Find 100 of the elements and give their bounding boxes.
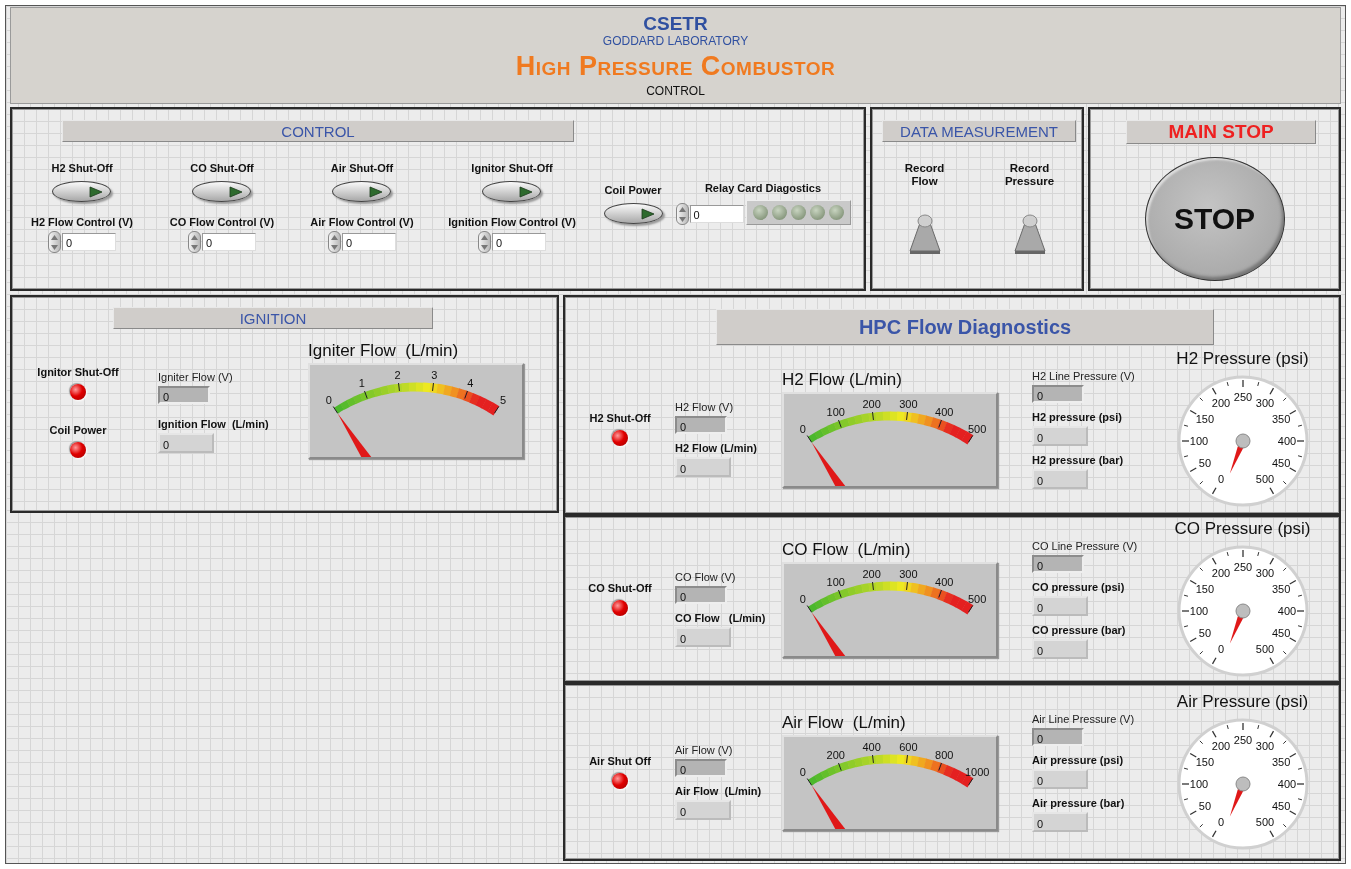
increment-arrows[interactable] <box>328 231 341 253</box>
switch-label: Coil Power <box>604 184 662 196</box>
increment-arrows[interactable] <box>188 231 201 253</box>
arrow-icon <box>89 185 104 198</box>
tick-label: 100 <box>1189 435 1208 447</box>
field-label: H2 Flow Control (V) <box>30 216 133 228</box>
header-caption: CONTROL <box>646 84 705 98</box>
value-display: 0 <box>1032 638 1088 659</box>
panel-title: CONTROL <box>62 120 574 142</box>
panel-title: DATA MEASUREMENT <box>882 120 1076 142</box>
dial-title: H2 Pressure (psi) <box>1176 349 1309 369</box>
field-label: Air Flow Control (V) <box>310 216 414 228</box>
toggle-lever[interactable] <box>906 214 943 256</box>
tick-label: 250 <box>1233 561 1252 573</box>
field-label: H2 Flow (L/min) <box>675 442 757 454</box>
field-label: H2 Line Pressure (V) <box>1032 369 1135 382</box>
tick-label: 50 <box>1198 627 1211 639</box>
tick-label: 1 <box>358 377 365 390</box>
field-label: CO Flow Control (V) <box>169 216 275 228</box>
tick-label: 300 <box>899 568 918 581</box>
tick-label: 200 <box>1211 396 1230 409</box>
numeric-input[interactable]: 0 <box>492 233 546 251</box>
value-display: 0 <box>1032 384 1084 403</box>
switch-label: Record Flow <box>903 162 946 188</box>
toggle-switch[interactable] <box>482 181 542 202</box>
tick-label: 100 <box>1189 778 1208 790</box>
tick-label: 1000 <box>964 765 990 778</box>
switch-label: H2 Shut-Off <box>51 162 113 174</box>
tick-label: 0 <box>1217 473 1224 486</box>
value-display: 0 <box>1032 468 1088 489</box>
tick-label: 0 <box>1217 816 1224 829</box>
led-label: H2 Shut-Off <box>589 412 651 424</box>
field-label: CO Flow (V) <box>675 571 736 583</box>
tick-label: 450 <box>1271 457 1290 469</box>
arrow-icon <box>369 185 384 198</box>
field-label: CO pressure (bar) <box>1032 623 1126 636</box>
panel-title: MAIN STOP <box>1126 120 1316 144</box>
tick-label: 200 <box>862 568 881 581</box>
value-display: 0 <box>158 433 214 453</box>
dial-needle <box>1229 776 1250 817</box>
tick-label: 350 <box>1271 756 1290 768</box>
field-label: Air pressure (bar) <box>1032 796 1125 809</box>
field-label: Igniter Flow (V) <box>158 371 233 383</box>
tick-label: 200 <box>862 398 881 411</box>
numeric-input[interactable]: 0 <box>689 205 744 223</box>
value-display: 0 <box>1032 768 1088 789</box>
panel-title: HPC Flow Diagnostics <box>716 309 1214 345</box>
tick-label: 100 <box>1189 605 1208 617</box>
switch-label: Ignitor Shut-Off <box>471 162 553 174</box>
field-label: CO Line Pressure (V) <box>1032 539 1138 552</box>
value-display: 0 <box>1032 554 1084 573</box>
gauge-title: H2 Flow (L/min) <box>782 370 902 390</box>
toggle-switch[interactable] <box>603 203 663 224</box>
value-display: 0 <box>675 627 731 647</box>
dial-title: CO Pressure (psi) <box>1174 519 1311 539</box>
dial-needle <box>1229 433 1250 474</box>
tick-label: 400 <box>935 406 954 419</box>
tick-label: 500 <box>1255 643 1274 656</box>
numeric-input[interactable]: 0 <box>62 233 116 251</box>
tick-label: 500 <box>1255 816 1274 829</box>
toggle-switch[interactable] <box>332 181 392 202</box>
tick-label: 150 <box>1195 756 1214 768</box>
tick-label: 400 <box>1277 435 1296 447</box>
tick-label: 350 <box>1271 413 1290 425</box>
tick-label: 800 <box>935 749 954 762</box>
switch-label: Record Pressure <box>1003 162 1056 188</box>
tick-label: 100 <box>826 406 845 419</box>
numeric-input[interactable]: 0 <box>202 233 256 251</box>
tick-label: 0 <box>799 422 806 435</box>
tick-label: 100 <box>826 576 845 589</box>
value-display: 0 <box>1032 811 1088 832</box>
switch-label: Air Shut-Off <box>330 162 394 174</box>
field-label: CO pressure (psi) <box>1032 580 1125 593</box>
tick-label: 300 <box>1255 566 1274 579</box>
value-display: 0 <box>675 586 727 604</box>
increment-arrows[interactable] <box>675 203 689 225</box>
header-subtitle: GODDARD LABORATORY <box>602 34 749 48</box>
increment-arrows[interactable] <box>478 231 491 253</box>
main-title: High Pressure Combustor <box>515 50 836 83</box>
value-display: 0 <box>675 759 727 777</box>
led-label: CO Shut-Off <box>588 582 652 594</box>
toggle-switch[interactable] <box>192 181 252 202</box>
toggle-lever[interactable] <box>1011 214 1048 256</box>
tick-label: 400 <box>1277 778 1296 790</box>
field-label: H2 Flow (V) <box>675 401 734 413</box>
tick-label: 500 <box>967 422 987 435</box>
tick-label: 250 <box>1233 391 1252 403</box>
switch-label: CO Shut-Off <box>190 162 254 174</box>
stop-button[interactable]: STOP <box>1144 157 1285 281</box>
arrow-icon <box>229 185 244 198</box>
increment-arrows[interactable] <box>48 231 61 253</box>
tick-label: 0 <box>799 592 806 605</box>
value-display: 0 <box>675 416 727 434</box>
toggle-switch[interactable] <box>52 181 112 202</box>
value-display: 0 <box>1032 727 1084 746</box>
numeric-input[interactable]: 0 <box>342 233 396 251</box>
tick-label: 0 <box>325 393 332 406</box>
field-label: Air Line Pressure (V) <box>1032 712 1135 725</box>
arrow-icon <box>640 207 655 220</box>
tick-label: 350 <box>1271 583 1290 595</box>
